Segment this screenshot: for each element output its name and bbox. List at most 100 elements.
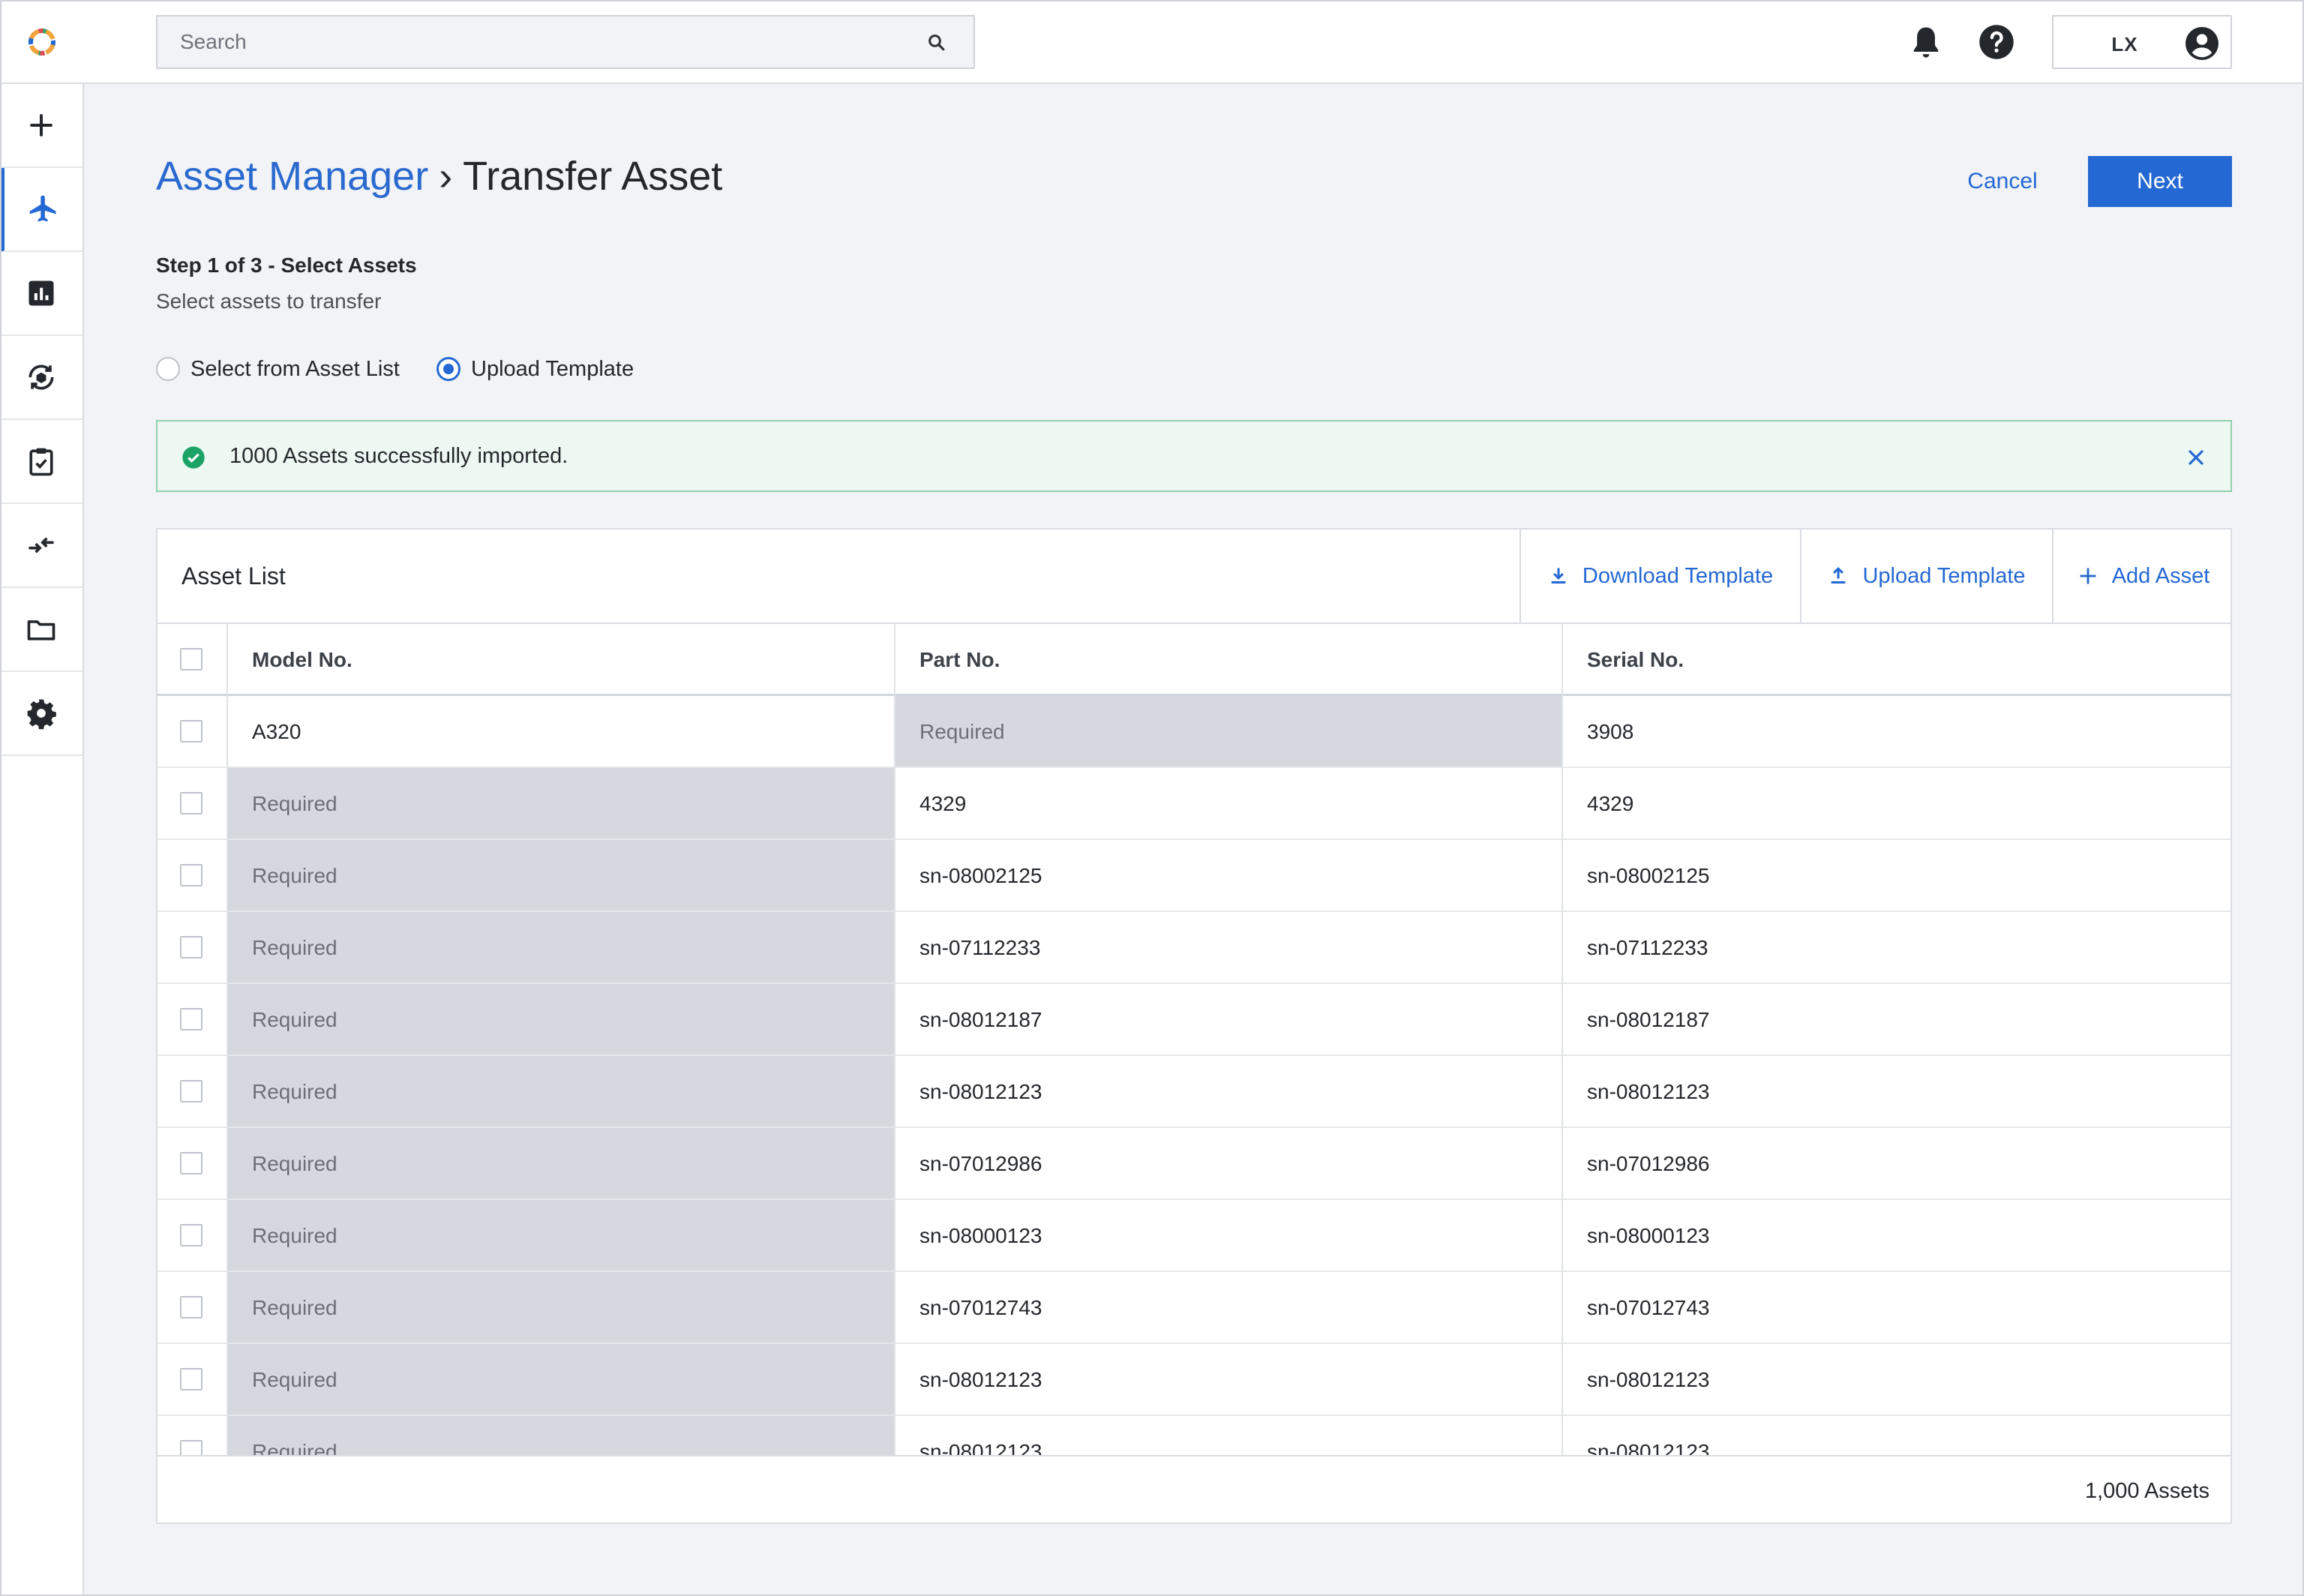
- settings-gear-icon: [27, 699, 56, 730]
- table-cell[interactable]: 3908: [1563, 696, 2230, 768]
- download-template-button[interactable]: Download Template: [1520, 530, 1800, 622]
- row-checkbox[interactable]: [180, 720, 202, 742]
- radio-button-selected[interactable]: [436, 357, 460, 381]
- sidebar-item-tasks[interactable]: [0, 420, 82, 504]
- row-checkbox[interactable]: [180, 1440, 202, 1456]
- table-row[interactable]: Required sn-08012123 sn-08012123: [158, 1344, 2230, 1416]
- table-row[interactable]: A320 Required 3908: [158, 696, 2230, 768]
- row-checkbox[interactable]: [180, 1152, 202, 1174]
- table-cell[interactable]: sn-08012123: [1563, 1344, 2230, 1416]
- sidebar-item-reports[interactable]: [0, 252, 82, 336]
- bell-icon[interactable]: [1906, 22, 1946, 62]
- table-cell[interactable]: sn-08012123: [896, 1416, 1563, 1456]
- help-icon[interactable]: [1977, 22, 2016, 62]
- table-cell[interactable]: sn-08012123: [896, 1056, 1563, 1128]
- required-cell[interactable]: Required: [228, 1416, 896, 1456]
- search-input[interactable]: [158, 16, 974, 68]
- sidebar-item-asset-manager[interactable]: [0, 168, 82, 252]
- sidebar-item-settings[interactable]: [0, 672, 82, 756]
- row-checkbox[interactable]: [180, 1368, 202, 1390]
- radio-select-from-asset-list[interactable]: Select from Asset List: [156, 354, 400, 384]
- required-cell[interactable]: Required: [228, 1200, 896, 1272]
- row-checkbox[interactable]: [180, 864, 202, 886]
- table-cell[interactable]: A320: [228, 696, 896, 768]
- column-header-serial-no[interactable]: Serial No.: [1587, 648, 1684, 672]
- download-template-label: Download Template: [1582, 563, 1774, 588]
- row-checkbox[interactable]: [180, 936, 202, 958]
- radio-upload-template[interactable]: Upload Template: [436, 354, 634, 384]
- table-row[interactable]: Required sn-07012986 sn-07012986: [158, 1128, 2230, 1200]
- search-box[interactable]: [156, 15, 975, 69]
- radio-label: Select from Asset List: [190, 356, 400, 381]
- report-chart-icon: [28, 280, 54, 306]
- row-checkbox[interactable]: [180, 792, 202, 814]
- breadcrumb-asset-manager[interactable]: Asset Manager: [156, 154, 428, 199]
- column-divider: [226, 624, 228, 1455]
- row-checkbox[interactable]: [180, 1008, 202, 1030]
- row-checkbox[interactable]: [180, 1296, 202, 1318]
- table-cell[interactable]: sn-08002125: [1563, 840, 2230, 912]
- account-icon[interactable]: [2184, 26, 2220, 62]
- cancel-button[interactable]: Cancel: [1950, 156, 2055, 207]
- asset-list-title: Asset List: [182, 562, 286, 590]
- table-row[interactable]: Required sn-08012123 sn-08012123: [158, 1416, 2230, 1456]
- column-header-model-no[interactable]: Model No.: [252, 648, 352, 672]
- required-cell[interactable]: Required: [228, 1056, 896, 1128]
- table-cell[interactable]: sn-07012986: [896, 1128, 1563, 1200]
- upload-template-button[interactable]: Upload Template: [1800, 530, 2052, 622]
- radio-button[interactable]: [156, 357, 180, 381]
- required-cell[interactable]: Required: [228, 984, 896, 1056]
- page-title-text: Transfer Asset: [463, 154, 723, 199]
- org-initials: LX: [2111, 33, 2138, 56]
- upload-icon: [1832, 566, 1846, 584]
- sidebar-item-documents[interactable]: [0, 588, 82, 672]
- select-all-checkbox[interactable]: [180, 648, 202, 670]
- table-cell[interactable]: sn-07112233: [1563, 912, 2230, 984]
- required-cell[interactable]: Required: [228, 1128, 896, 1200]
- table-cell[interactable]: sn-08000123: [1563, 1200, 2230, 1272]
- sidebar-item-transfers[interactable]: [0, 504, 82, 588]
- table-cell[interactable]: sn-08012187: [1563, 984, 2230, 1056]
- table-cell[interactable]: sn-07012743: [1563, 1272, 2230, 1344]
- upload-template-label: Upload Template: [1862, 563, 2026, 588]
- next-button[interactable]: Next: [2088, 156, 2232, 207]
- table-cell[interactable]: sn-08000123: [896, 1200, 1563, 1272]
- required-cell[interactable]: Required: [228, 768, 896, 840]
- table-cell[interactable]: sn-08012123: [1563, 1056, 2230, 1128]
- table-cell[interactable]: 4329: [896, 768, 1563, 840]
- row-checkbox[interactable]: [180, 1080, 202, 1102]
- table-row[interactable]: Required sn-07112233 sn-07112233: [158, 912, 2230, 984]
- column-header-part-no[interactable]: Part No.: [920, 648, 1000, 672]
- table-row[interactable]: Required sn-08012187 sn-08012187: [158, 984, 2230, 1056]
- row-checkbox[interactable]: [180, 1224, 202, 1246]
- sidebar-nav: [0, 84, 84, 1596]
- sidebar-item-create[interactable]: [0, 84, 82, 168]
- required-cell[interactable]: Required: [228, 840, 896, 912]
- app-logo[interactable]: [24, 24, 60, 60]
- asset-list-card: Asset List Download Template Upload Temp…: [156, 528, 2232, 1524]
- table-row[interactable]: Required sn-08012123 sn-08012123: [158, 1056, 2230, 1128]
- table-row[interactable]: Required 4329 4329: [158, 768, 2230, 840]
- table-cell[interactable]: sn-08012123: [896, 1344, 1563, 1416]
- required-cell[interactable]: Required: [228, 912, 896, 984]
- table-cell[interactable]: sn-08012187: [896, 984, 1563, 1056]
- table-cell[interactable]: sn-08002125: [896, 840, 1563, 912]
- page-title: Asset Manager › Transfer Asset: [156, 153, 722, 200]
- table-cell[interactable]: 4329: [1563, 768, 2230, 840]
- table-row[interactable]: Required sn-08002125 sn-08002125: [158, 840, 2230, 912]
- table-cell[interactable]: sn-07112233: [896, 912, 1563, 984]
- user-menu[interactable]: LX: [2052, 15, 2232, 69]
- table-cell[interactable]: sn-08012123: [1563, 1416, 2230, 1456]
- required-cell[interactable]: Required: [228, 1272, 896, 1344]
- table-cell[interactable]: sn-07012986: [1563, 1128, 2230, 1200]
- required-cell[interactable]: Required: [228, 1344, 896, 1416]
- search-icon[interactable]: [926, 32, 948, 54]
- required-cell[interactable]: Required: [896, 696, 1563, 768]
- asset-count: 1,000 Assets: [2084, 1479, 2210, 1503]
- add-asset-button[interactable]: Add Asset: [2052, 530, 2230, 622]
- table-row[interactable]: Required sn-07012743 sn-07012743: [158, 1272, 2230, 1344]
- close-icon[interactable]: [2184, 446, 2208, 470]
- table-cell[interactable]: sn-07012743: [896, 1272, 1563, 1344]
- table-row[interactable]: Required sn-08000123 sn-08000123: [158, 1200, 2230, 1272]
- sidebar-item-lifecycle[interactable]: [0, 336, 82, 420]
